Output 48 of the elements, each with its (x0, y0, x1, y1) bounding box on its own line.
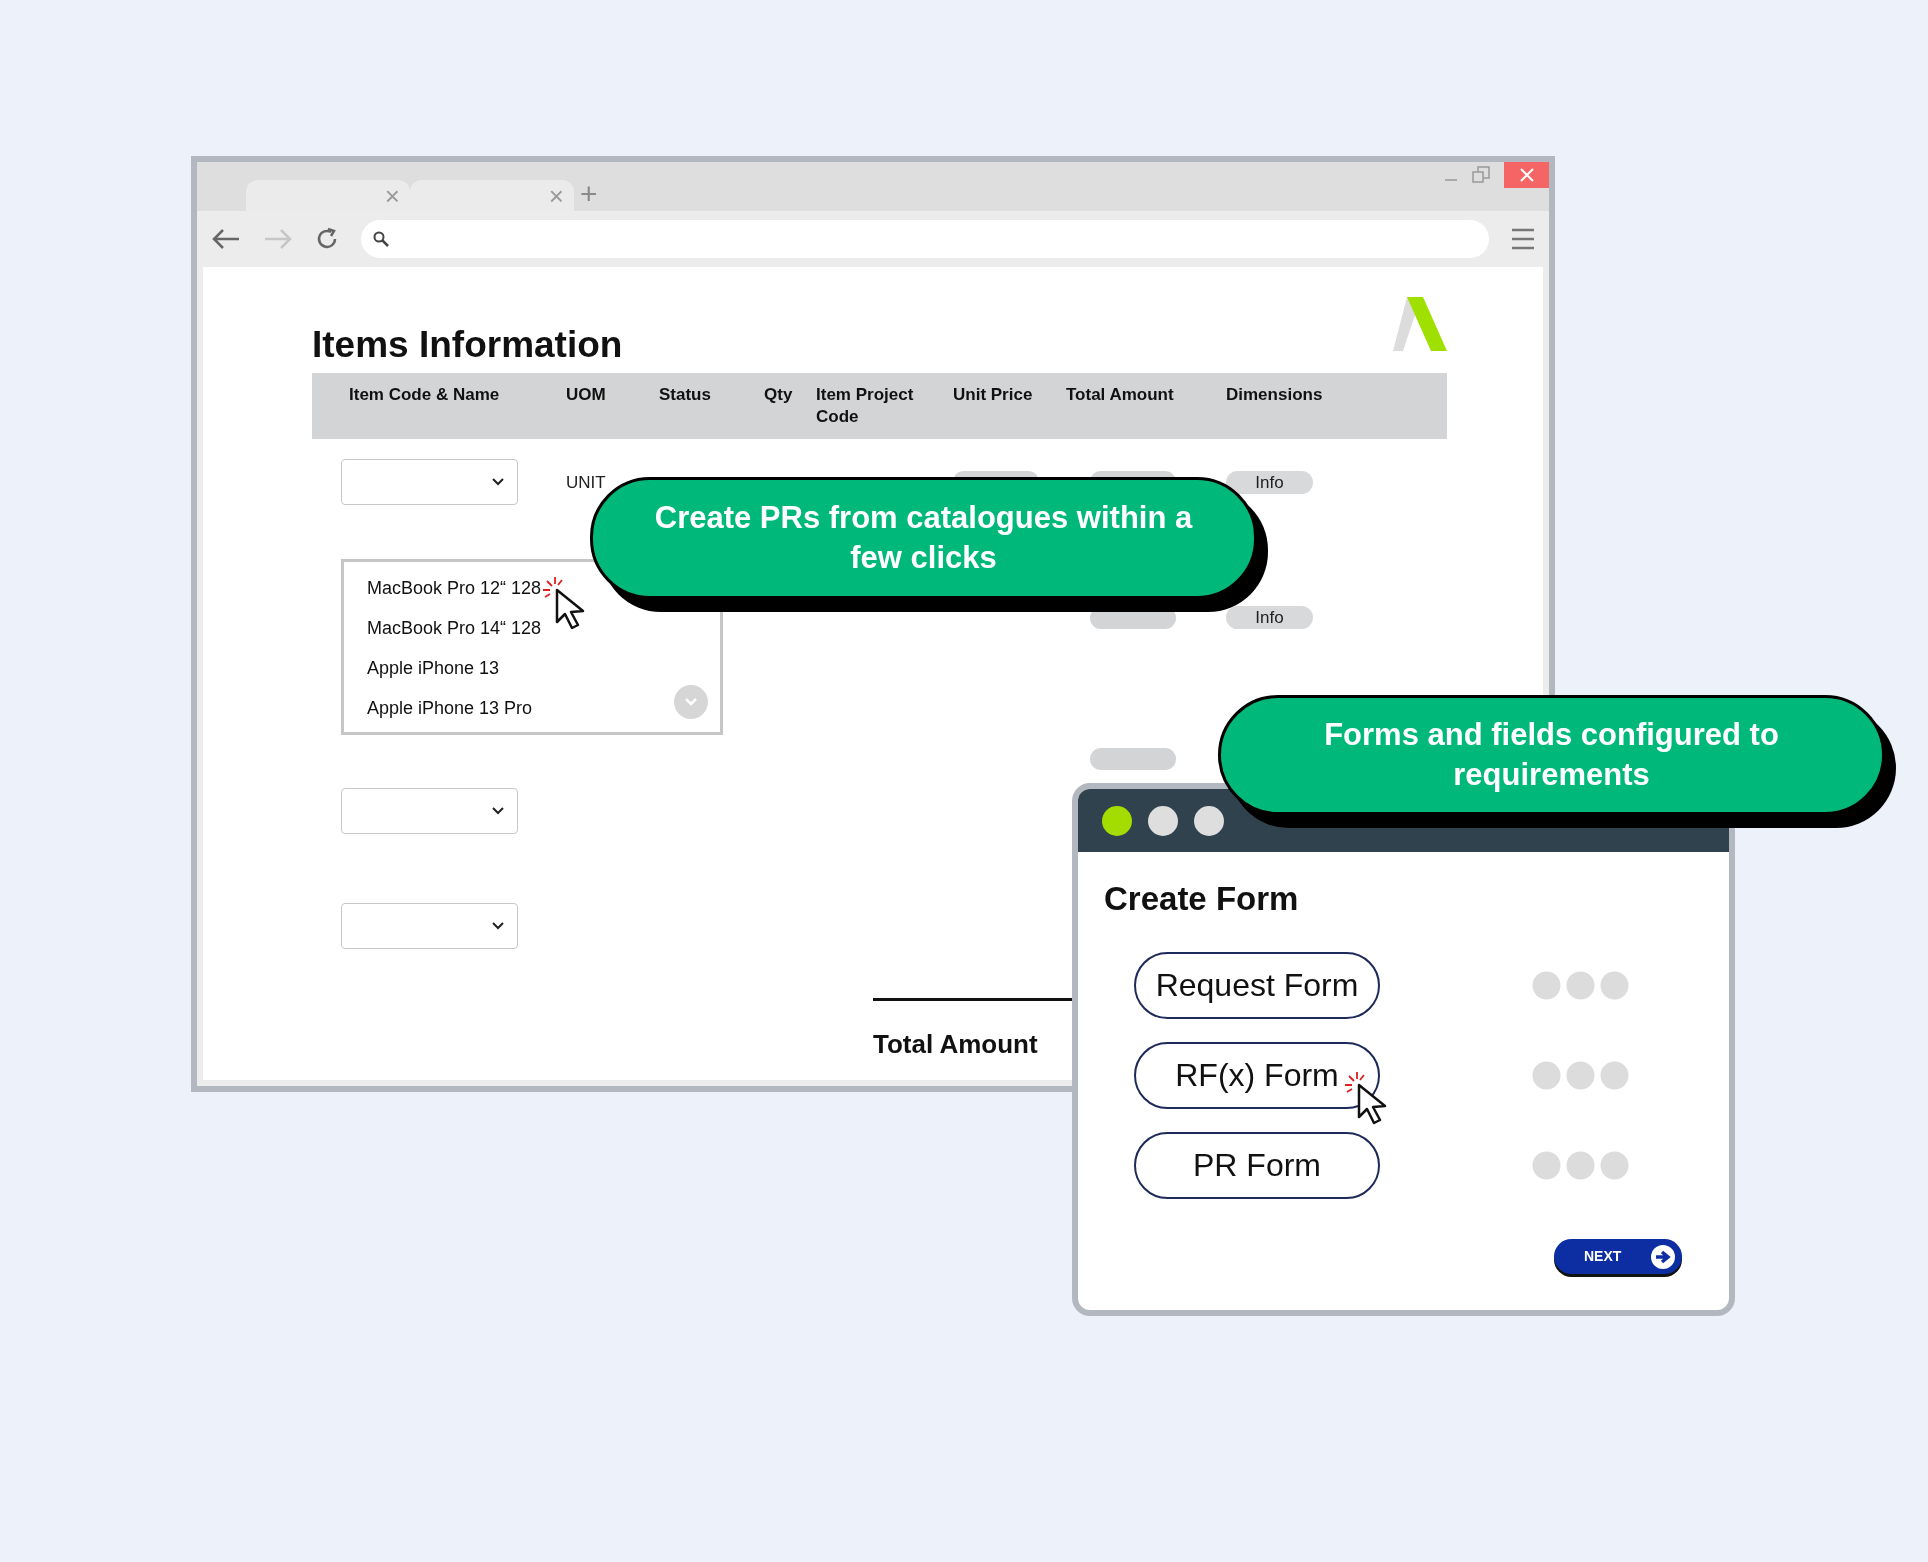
window-dot[interactable] (1102, 805, 1132, 836)
next-button[interactable]: NEXT (1554, 1239, 1682, 1274)
column-header: Qty (764, 384, 794, 407)
column-header: UOM (566, 384, 607, 407)
chevron-down-icon (491, 806, 505, 817)
scroll-down-button[interactable] (674, 685, 708, 720)
more-dots-icon[interactable] (1532, 970, 1629, 1000)
dropdown-option[interactable]: Apple iPhone 13 Pro (367, 688, 720, 729)
logo-icon (1393, 297, 1447, 351)
dropdown-option[interactable]: Apple iPhone 13 (367, 648, 720, 689)
forward-arrow-icon[interactable] (263, 227, 293, 251)
cursor-icon (1343, 1071, 1387, 1125)
column-header: Item Code & Name (349, 384, 501, 407)
form-option-button[interactable]: PR Form (1134, 1131, 1380, 1199)
reload-icon[interactable] (315, 227, 339, 251)
form-option-button[interactable]: RF(x) Form (1134, 1041, 1380, 1109)
cursor-icon (541, 576, 585, 630)
column-header: Dimensions (1226, 384, 1324, 407)
column-header: Unit Price (953, 384, 1034, 407)
dropdown-field[interactable] (341, 788, 518, 835)
dropdown-option[interactable]: MacBook Pro 14“ 128 (367, 608, 720, 649)
window-dot[interactable] (1148, 805, 1178, 836)
column-header: Status (659, 384, 712, 407)
form-title: Create Form (1104, 879, 1300, 919)
total-label: Total Amount (873, 1028, 1039, 1062)
column-header: Item Project Code (816, 384, 915, 429)
address-bar[interactable] (361, 220, 1489, 258)
chevron-down-icon (684, 697, 698, 708)
more-dots-icon[interactable] (1532, 1150, 1629, 1180)
info-button[interactable]: Info (1226, 606, 1313, 630)
back-arrow-icon[interactable] (211, 227, 241, 251)
page-title: Items Information (312, 323, 623, 367)
window-dot[interactable] (1194, 805, 1224, 836)
form-option-button[interactable]: Request Form (1134, 951, 1380, 1019)
close-icon (1518, 167, 1535, 183)
search-icon (373, 231, 389, 247)
close-button[interactable] (1504, 162, 1549, 188)
menu-icon[interactable] (1511, 228, 1535, 250)
arrow-right-icon (1650, 1243, 1676, 1270)
uom-text: UNIT (566, 471, 606, 494)
dropdown-field[interactable] (341, 459, 518, 506)
column-header: Total Amount (1066, 384, 1175, 407)
restore-icon[interactable] (1472, 166, 1490, 184)
info-button[interactable]: Info (1226, 470, 1313, 494)
chevron-down-icon (491, 477, 505, 488)
dropdown-field[interactable] (341, 903, 518, 950)
more-dots-icon[interactable] (1532, 1060, 1629, 1090)
chevron-down-icon (491, 921, 505, 932)
